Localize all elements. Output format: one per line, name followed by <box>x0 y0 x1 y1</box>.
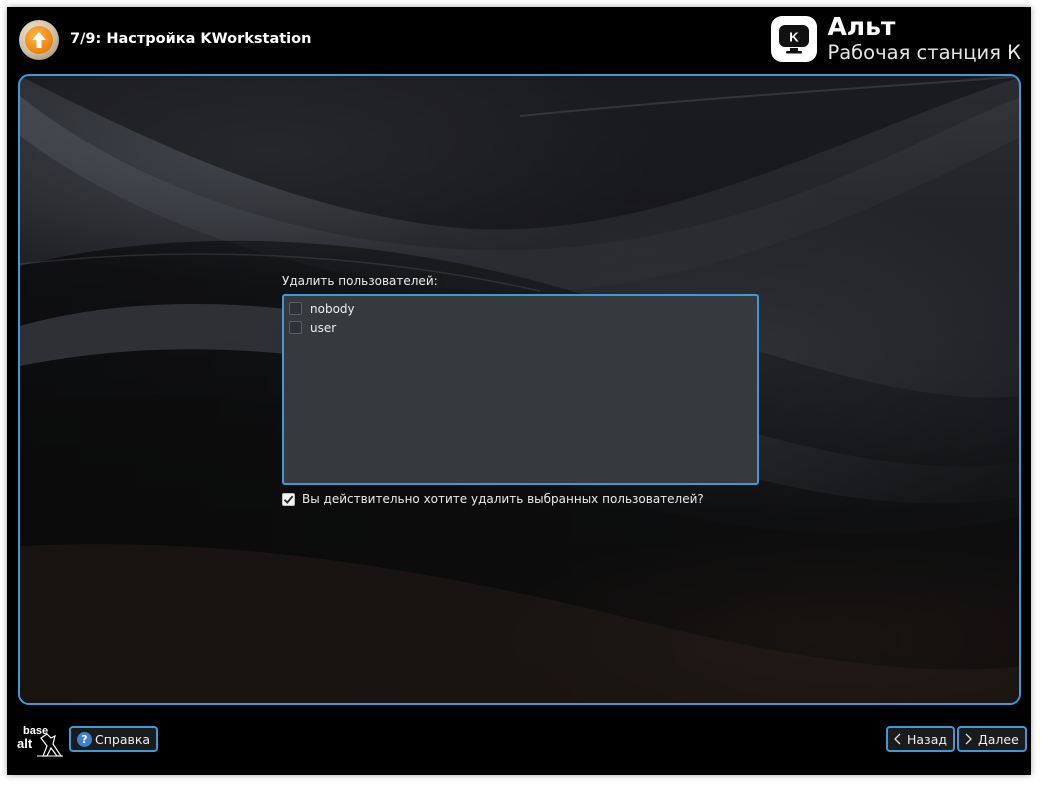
list-item[interactable]: user <box>289 318 752 337</box>
brand-logo-block: K Альт Рабочая станция К <box>771 13 1021 67</box>
list-item[interactable]: nobody <box>289 299 752 318</box>
user-checkbox-user[interactable] <box>289 321 302 334</box>
brand-logo-letter: K <box>790 30 800 45</box>
basealt-logo-bottom: alt <box>17 736 33 751</box>
user-name: nobody <box>310 301 355 316</box>
basealt-logo: base alt <box>17 722 65 760</box>
monitor-k-icon: K <box>771 16 818 62</box>
content-panel: Удалить пользователей: nobody user Вы де… <box>18 74 1021 705</box>
step-badge <box>19 20 59 60</box>
chevron-left-icon <box>894 733 901 745</box>
help-button-label: Справка <box>95 731 151 747</box>
confirm-delete-checkbox[interactable] <box>282 492 295 506</box>
up-arrow-icon <box>32 32 46 48</box>
next-button-label: Далее <box>978 731 1019 747</box>
next-button[interactable]: Далее <box>957 726 1027 752</box>
checkmark-icon <box>283 495 294 504</box>
user-name: user <box>310 320 337 335</box>
brand-subtitle: Рабочая станция К <box>827 41 1021 64</box>
back-button[interactable]: Назад <box>886 726 956 752</box>
installer-window: 7/9: Настройка KWorkstation K Альт Рабоч… <box>7 7 1031 775</box>
chevron-right-icon <box>965 733 972 745</box>
help-icon: ? <box>77 731 92 747</box>
confirm-delete-row[interactable]: Вы действительно хотите удалить выбранны… <box>282 492 704 506</box>
delete-users-label: Удалить пользователей: <box>282 274 438 288</box>
back-button-label: Назад <box>907 731 948 747</box>
step-title: 7/9: Настройка KWorkstation <box>70 31 312 47</box>
user-checkbox-nobody[interactable] <box>289 302 302 315</box>
brand-name: Альт <box>827 12 896 41</box>
help-button[interactable]: ? Справка <box>69 726 159 752</box>
confirm-delete-label: Вы действительно хотите удалить выбранны… <box>302 492 704 506</box>
users-list[interactable]: nobody user <box>282 294 759 485</box>
